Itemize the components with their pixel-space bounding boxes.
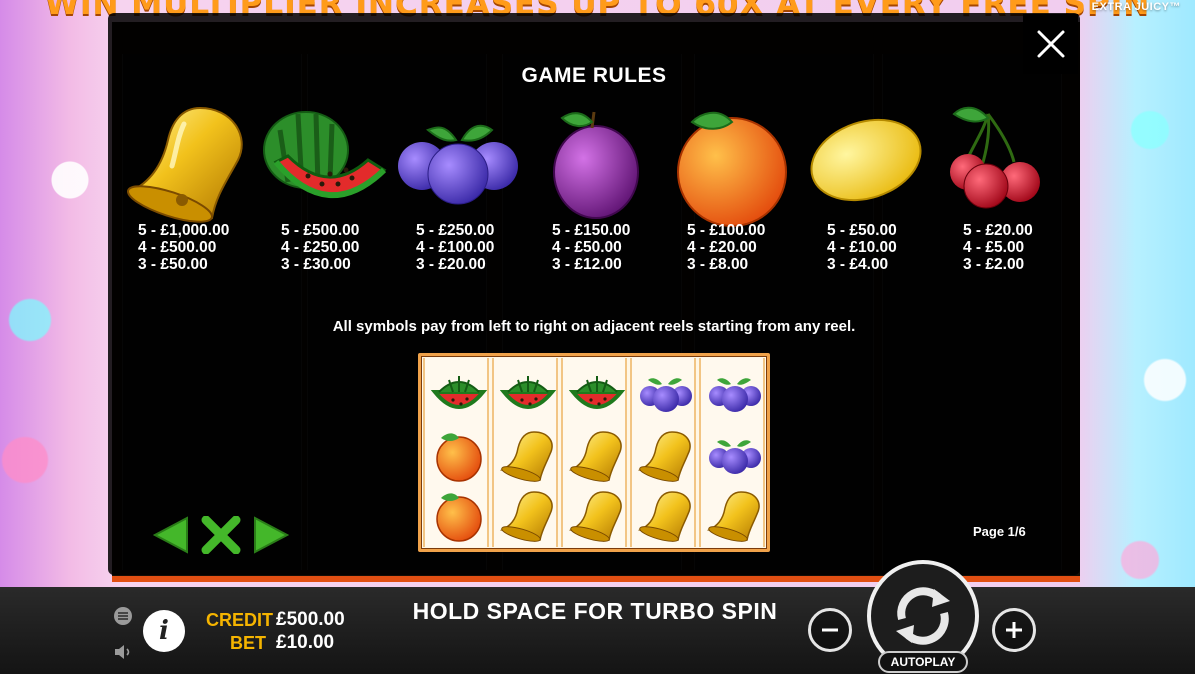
payout-4: 4 - £10.00 <box>827 239 897 256</box>
info-button[interactable]: i <box>143 610 185 652</box>
example-reel-4 <box>630 358 696 547</box>
sound-icon[interactable] <box>113 642 135 662</box>
credit-value: £500.00 <box>276 609 345 630</box>
plums-icon <box>638 366 694 422</box>
watermelon-icon <box>430 366 488 422</box>
game-logo: EXTRA JUICY™ <box>1091 1 1181 13</box>
decrease-bet-button[interactable] <box>808 608 852 652</box>
bell-icon <box>706 488 763 544</box>
payout-5: 5 - £250.00 <box>416 222 495 239</box>
payout-4: 4 - £20.00 <box>687 239 757 256</box>
turbo-spin-hint: HOLD SPACE FOR TURBO SPIN <box>412 598 778 624</box>
paytable-plum: 5 - £150.00 4 - £50.00 3 - £12.00 <box>552 222 630 273</box>
bell-icon <box>122 100 252 230</box>
orange-icon <box>431 488 487 544</box>
payout-3: 3 - £30.00 <box>281 256 351 273</box>
example-reel-3 <box>561 358 627 547</box>
orange-icon <box>431 428 487 484</box>
menu-icon[interactable] <box>113 606 133 626</box>
payout-3: 3 - £4.00 <box>827 256 889 273</box>
paytable-lemon: 5 - £50.00 4 - £10.00 3 - £4.00 <box>827 222 897 273</box>
plum-icon <box>532 100 662 230</box>
plus-icon <box>1006 622 1022 638</box>
plums-icon <box>398 100 528 230</box>
payout-4: 4 - £50.00 <box>552 239 622 256</box>
arrow-right-icon[interactable] <box>253 516 289 554</box>
cherry-icon <box>944 100 1074 230</box>
increase-bet-button[interactable] <box>992 608 1036 652</box>
paytable-orange: 5 - £100.00 4 - £20.00 3 - £8.00 <box>687 222 765 273</box>
info-icon: i <box>159 616 169 646</box>
credit-label: CREDIT <box>206 610 273 630</box>
paytable-watermelon: 5 - £500.00 4 - £250.00 3 - £30.00 <box>281 222 359 273</box>
bet-value: £10.00 <box>276 632 335 653</box>
orange-icon <box>672 100 802 230</box>
page-indicator: Page 1/6 <box>973 524 1026 539</box>
payout-5: 5 - £100.00 <box>687 222 766 239</box>
watermelon-icon <box>499 366 557 422</box>
payout-5: 5 - £50.00 <box>827 222 897 239</box>
payout-3: 3 - £2.00 <box>963 256 1025 273</box>
bell-icon <box>568 428 625 484</box>
x-icon[interactable] <box>201 516 241 554</box>
payout-5: 5 - £500.00 <box>281 222 360 239</box>
bell-icon <box>499 488 556 544</box>
rules-navigation <box>153 512 293 556</box>
payout-4: 4 - £5.00 <box>963 239 1025 256</box>
bell-icon <box>568 488 625 544</box>
payout-3: 3 - £20.00 <box>416 256 486 273</box>
paytable-plums: 5 - £250.00 4 - £100.00 3 - £20.00 <box>416 222 494 273</box>
rule-description: All symbols pay from left to right on ad… <box>332 318 856 335</box>
lemon-icon <box>806 100 936 230</box>
payout-5: 5 - £20.00 <box>963 222 1033 239</box>
watermelon-icon <box>568 366 626 422</box>
bell-icon <box>637 488 694 544</box>
refresh-icon <box>896 587 950 645</box>
paytable-cherry: 5 - £20.00 4 - £5.00 3 - £2.00 <box>963 222 1033 273</box>
example-reel-5 <box>699 358 765 547</box>
paytable-bell: 5 - £1,000.00 4 - £500.00 3 - £50.00 <box>138 222 229 273</box>
bet-label: BET <box>230 633 266 653</box>
example-reel-1 <box>423 358 489 547</box>
example-win-grid <box>418 353 770 552</box>
autoplay-button[interactable]: AUTOPLAY <box>878 651 968 673</box>
close-icon <box>1037 30 1064 58</box>
minus-icon <box>822 628 838 632</box>
example-reel-2 <box>492 358 558 547</box>
plums-icon <box>707 366 763 422</box>
bell-icon <box>637 428 694 484</box>
payout-5: 5 - £150.00 <box>552 222 631 239</box>
payout-4: 4 - £500.00 <box>138 239 217 256</box>
bell-icon <box>499 428 556 484</box>
watermelon-icon <box>258 100 388 230</box>
plums-icon <box>707 428 763 484</box>
payout-3: 3 - £8.00 <box>687 256 749 273</box>
payout-5: 5 - £1,000.00 <box>138 222 230 239</box>
payout-3: 3 - £12.00 <box>552 256 622 273</box>
dialog-title: GAME RULES <box>521 64 667 87</box>
payout-4: 4 - £100.00 <box>416 239 495 256</box>
payout-3: 3 - £50.00 <box>138 256 208 273</box>
arrow-left-icon[interactable] <box>153 516 189 554</box>
payout-4: 4 - £250.00 <box>281 239 360 256</box>
